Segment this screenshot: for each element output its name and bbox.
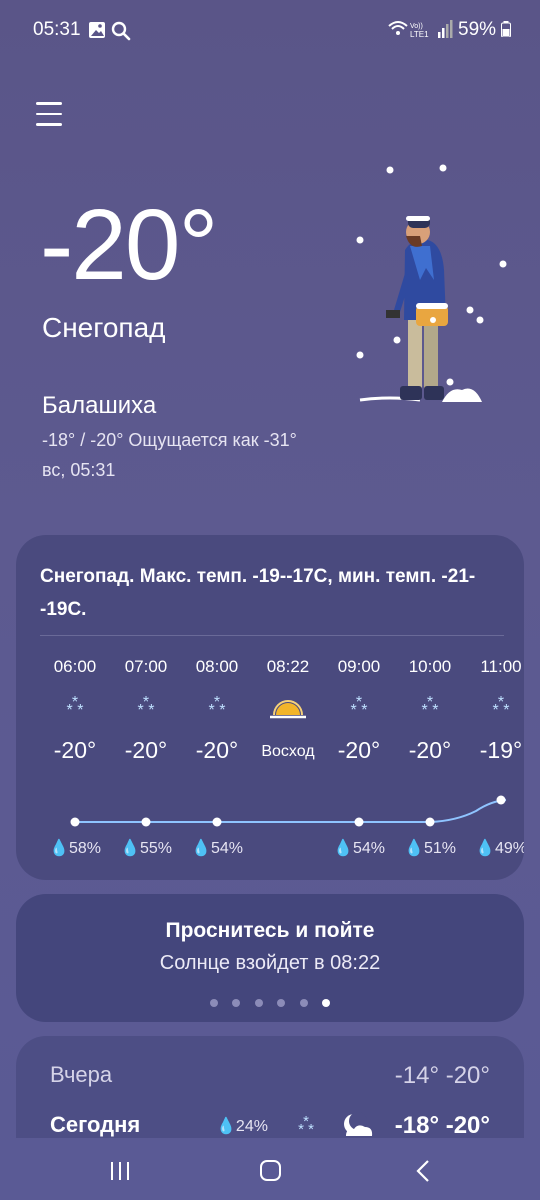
humidity-value: 24% — [235, 1118, 268, 1135]
divider — [40, 635, 504, 636]
day-temperatures: -18° -20° — [394, 1112, 490, 1138]
snow-icon: * * * — [351, 694, 368, 719]
daily-forecast-card[interactable]: Вчера -14° -20° Сегодня 💧24% * * * -18° … — [16, 1036, 524, 1138]
page-dot[interactable] — [299, 999, 308, 1007]
status-notification-icons — [88, 20, 142, 47]
search-icon — [111, 21, 131, 41]
svg-text:*: * — [214, 694, 220, 711]
cloud-moon-icon — [344, 1112, 373, 1136]
wifi-lte-signal-icon: Vo)) LTE1 — [388, 20, 453, 39]
page-dot[interactable] — [232, 999, 241, 1007]
graph-point — [212, 817, 222, 827]
hourly-forecast-card[interactable]: Снегопад. Макс. темп. -19--17С, мин. тем… — [16, 535, 524, 880]
recents-icon — [111, 1162, 129, 1180]
day-name: Вчера — [50, 1062, 113, 1087]
sunrise-label: Восход — [261, 743, 315, 760]
battery-icon — [501, 21, 512, 38]
snow-icon: * * * — [422, 694, 439, 719]
back-button[interactable] — [404, 1158, 444, 1184]
hour-time: 09:00 — [337, 657, 381, 676]
day-row-today[interactable]: Сегодня 💧24% * * * -18° -20° — [16, 1112, 524, 1138]
hour-temperature: -20° — [195, 737, 239, 763]
svg-text:*: * — [356, 694, 362, 711]
graph-point — [141, 817, 151, 827]
graph-point — [70, 817, 80, 827]
page-dot-active[interactable] — [322, 999, 331, 1007]
sunrise-icon — [270, 700, 306, 719]
day-row-yesterday[interactable]: Вчера -14° -20° — [16, 1062, 524, 1102]
back-icon — [416, 1160, 429, 1182]
hour-temperature: -20° — [408, 737, 452, 763]
status-time: 05:31 — [33, 19, 81, 40]
min-max-feels-like: -18° / -20° Ощущается как -31° — [42, 430, 297, 450]
graph-point — [354, 817, 364, 827]
temperature-graph — [70, 795, 507, 827]
hamburger-icon — [36, 102, 62, 126]
hour-temperature: -20° — [337, 737, 381, 763]
graph-point — [425, 817, 435, 827]
snow-icon: * * * — [138, 694, 155, 719]
hour-temperature: -19° — [479, 737, 523, 763]
status-bar: 05:31 Vo)) LTE1 59% — [0, 0, 540, 60]
promo-title: Проснитесь и пойте — [165, 919, 375, 942]
snow-icon: * * * — [67, 694, 84, 719]
lte-label: LTE1 — [410, 30, 429, 39]
hour-time: 08:22 — [266, 657, 310, 676]
status-system-icons: Vo)) LTE1 — [388, 18, 454, 47]
hour-time: 11:00 — [480, 657, 522, 676]
svg-text:*: * — [303, 1113, 309, 1130]
city-name[interactable]: Балашиха — [42, 392, 156, 420]
home-icon — [260, 1160, 281, 1181]
svg-text:*: * — [498, 694, 504, 711]
hour-time: 07:00 — [124, 657, 168, 676]
svg-text:*: * — [72, 694, 78, 711]
hour-temperature: -20° — [53, 737, 97, 763]
snow-icon: * * * — [209, 694, 226, 719]
forecast-summary: Снегопад. Макс. темп. -19--17С, мин. тем… — [40, 566, 476, 620]
day-temperatures: -14° -20° — [394, 1062, 490, 1089]
hour-temperature: -20° — [124, 737, 168, 763]
recents-button[interactable] — [100, 1158, 140, 1184]
current-condition: Снегопад — [42, 312, 166, 343]
droplet-icon: 💧 — [216, 1118, 236, 1135]
volte-label: Vo)) — [410, 23, 423, 30]
graph-point — [496, 795, 506, 805]
snow-icon: * * * — [493, 694, 510, 719]
svg-text:*: * — [143, 694, 149, 711]
menu-button[interactable] — [36, 102, 62, 128]
home-button[interactable] — [250, 1158, 290, 1184]
page-dot[interactable] — [277, 999, 286, 1007]
day-name: Сегодня — [50, 1112, 141, 1137]
temperature-line — [75, 799, 507, 823]
day-humidity: 💧24% — [216, 1116, 268, 1136]
snowfall-person-illustration — [356, 164, 507, 402]
snow-icon: * * * — [298, 1113, 314, 1138]
current-temperature: -20° — [40, 189, 219, 301]
hour-time: 06:00 — [53, 657, 97, 676]
page-dot[interactable] — [209, 999, 218, 1007]
navigation-bar — [0, 1140, 540, 1200]
page-indicator — [16, 994, 524, 1012]
sunrise-promo-card[interactable]: Проснитесь и пойте Солнце взойдет в 08:2… — [16, 894, 524, 1022]
battery-status: 59% — [458, 19, 512, 41]
battery-percent: 59% — [458, 19, 497, 40]
svg-text:*: * — [427, 694, 433, 711]
hour-time: 08:00 — [195, 657, 239, 676]
promo-subtitle: Солнце взойдет в 08:22 — [159, 952, 381, 974]
updated-datetime: вс, 05:31 — [42, 460, 116, 480]
page-dot[interactable] — [254, 999, 263, 1007]
hour-time: 10:00 — [408, 657, 452, 676]
